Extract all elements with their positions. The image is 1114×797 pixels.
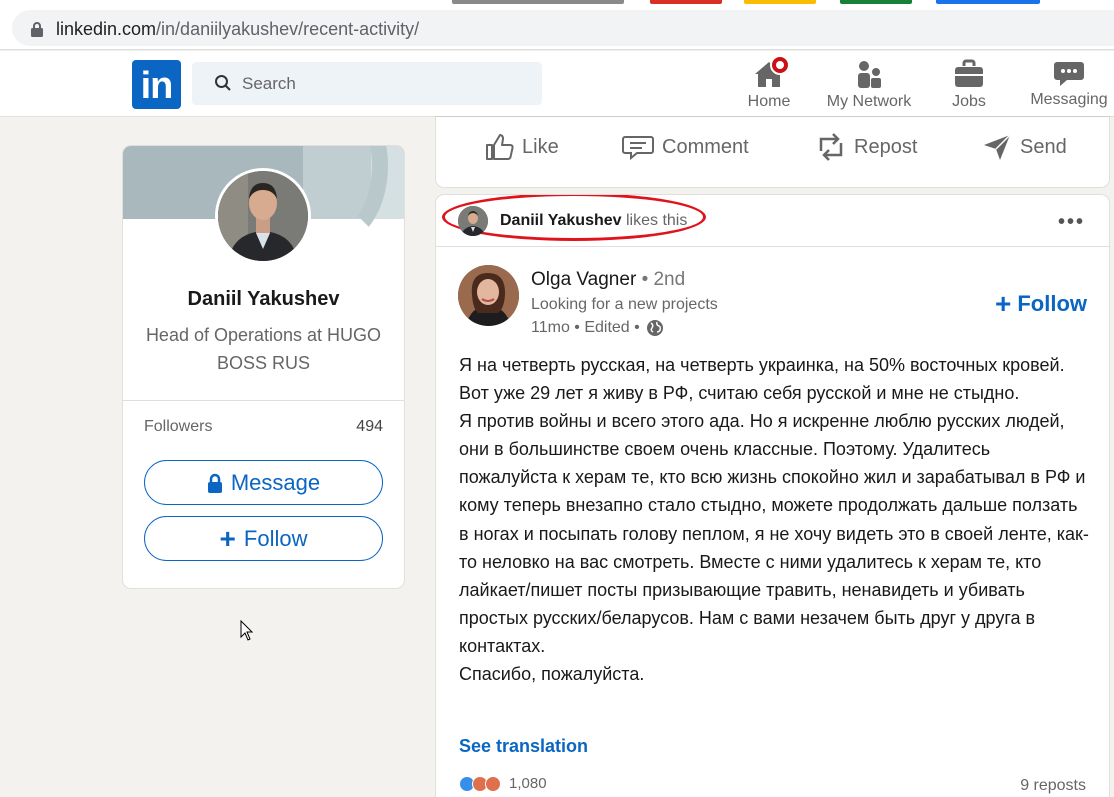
comment-label: Comment [662, 135, 749, 158]
liked-by-text: Daniil Yakushev likes this [500, 212, 687, 230]
lock-icon [207, 473, 222, 493]
follow-author-label: Follow [1017, 291, 1087, 316]
lock-icon[interactable] [30, 21, 44, 37]
message-button[interactable]: Message [144, 460, 383, 505]
liked-suffix: likes this [626, 212, 688, 229]
thumbs-up-icon [486, 134, 514, 160]
reaction-count: 1,080 [509, 775, 547, 792]
mouse-cursor-icon [240, 620, 254, 641]
profile-photo [218, 171, 308, 261]
linkedin-logo[interactable]: in [132, 60, 181, 109]
globe-icon [646, 320, 663, 336]
nav-messaging[interactable]: Messaging [1026, 57, 1112, 115]
browser-address-bar: linkedin.com/in/daniilyakushev/recent-ac… [0, 6, 1114, 50]
love-reaction-icon [485, 775, 501, 792]
plus-icon: + [994, 288, 1012, 319]
like-button[interactable]: Like [484, 129, 559, 165]
browser-tab[interactable] [744, 0, 816, 4]
profile-name[interactable]: Daniil Yakushev [123, 288, 404, 311]
feed-post: Daniil Yakushev likes this ••• Olga Vagn… [436, 195, 1109, 797]
avatar[interactable] [458, 206, 488, 236]
browser-tab[interactable] [936, 0, 1040, 4]
post-action-bar: Like Comment Repost Send [436, 117, 1109, 187]
url-text[interactable]: linkedin.com/in/daniilyakushev/recent-ac… [56, 19, 419, 40]
author-headline: Looking for a new projects [531, 296, 718, 313]
follow-button[interactable]: + Follow [144, 516, 383, 561]
follow-author-button[interactable]: + Follow [994, 288, 1087, 319]
avatar[interactable] [215, 168, 311, 264]
search-input[interactable] [242, 72, 522, 96]
comment-icon [622, 136, 654, 161]
nav-jobs[interactable]: Jobs [940, 57, 998, 115]
profile-headline: Head of Operations at HUGO BOSS RUS [145, 325, 382, 373]
reactions-summary[interactable]: 1,080 [459, 775, 547, 792]
like-label: Like [522, 135, 559, 158]
nav-my-network[interactable]: My Network [820, 57, 918, 115]
network-icon [858, 61, 881, 88]
send-label: Send [1020, 135, 1067, 158]
followers-row: Followers 494 [144, 418, 383, 436]
followers-count: 494 [356, 418, 383, 435]
profile-photo [458, 206, 488, 236]
liked-by-name[interactable]: Daniil Yakushev [500, 212, 622, 229]
url-path: /in/daniilyakushev/recent-activity/ [156, 19, 420, 39]
nav-label: Home [747, 93, 791, 110]
browser-tab[interactable] [452, 0, 624, 4]
repost-icon [819, 133, 843, 161]
repost-button[interactable]: Repost [816, 129, 917, 165]
nav-label: Messaging [1030, 91, 1108, 108]
comment-button[interactable]: Comment [622, 129, 749, 165]
profile-card: Daniil Yakushev Head of Operations at HU… [123, 146, 404, 588]
post-paragraph: Спасибо, пожалуйста. [459, 664, 645, 685]
search-bar[interactable] [192, 62, 542, 105]
more-options-icon[interactable]: ••• [1058, 211, 1085, 234]
nav-label: Jobs [952, 93, 986, 110]
message-label: Message [230, 469, 321, 495]
linkedin-header: in Home My Network Jobs [0, 51, 1114, 117]
plus-icon: + [219, 522, 236, 554]
author-name-text: Olga Vagner [531, 269, 637, 290]
author-photo [458, 265, 519, 326]
connection-degree: • 2nd [641, 269, 686, 290]
url-field[interactable]: linkedin.com/in/daniilyakushev/recent-ac… [12, 10, 1114, 46]
briefcase-icon [955, 59, 983, 87]
post-paragraph: Я на четверть русская, на четверть украи… [459, 355, 1065, 404]
divider [123, 400, 404, 401]
browser-tab[interactable] [650, 0, 722, 4]
reposts-count[interactable]: 9 reposts [1020, 777, 1086, 795]
notification-badge [770, 55, 790, 75]
followers-label: Followers [144, 418, 213, 435]
post-meta-text: 11mo • Edited • [531, 319, 640, 336]
repost-label: Repost [854, 135, 918, 158]
url-domain: linkedin.com [56, 19, 157, 39]
search-icon [215, 75, 231, 91]
post-context-header: Daniil Yakushev likes this ••• [436, 195, 1109, 247]
nav-label: My Network [826, 93, 912, 110]
post-meta: 11mo • Edited • [531, 319, 664, 337]
author-name[interactable]: Olga Vagner • 2nd [531, 269, 685, 291]
send-button[interactable]: Send [982, 129, 1067, 165]
nav-home[interactable]: Home [738, 55, 800, 115]
post-body: Я на четверть русская, на четверть украи… [459, 351, 1089, 688]
post-paragraph: Я против войны и всего этого ада. Но я и… [459, 411, 1089, 656]
follow-label: Follow [243, 525, 308, 551]
browser-tab[interactable] [840, 0, 912, 4]
messaging-icon [1054, 62, 1084, 86]
send-icon [984, 134, 1011, 160]
see-translation-link[interactable]: See translation [459, 736, 588, 757]
avatar[interactable] [458, 265, 519, 326]
